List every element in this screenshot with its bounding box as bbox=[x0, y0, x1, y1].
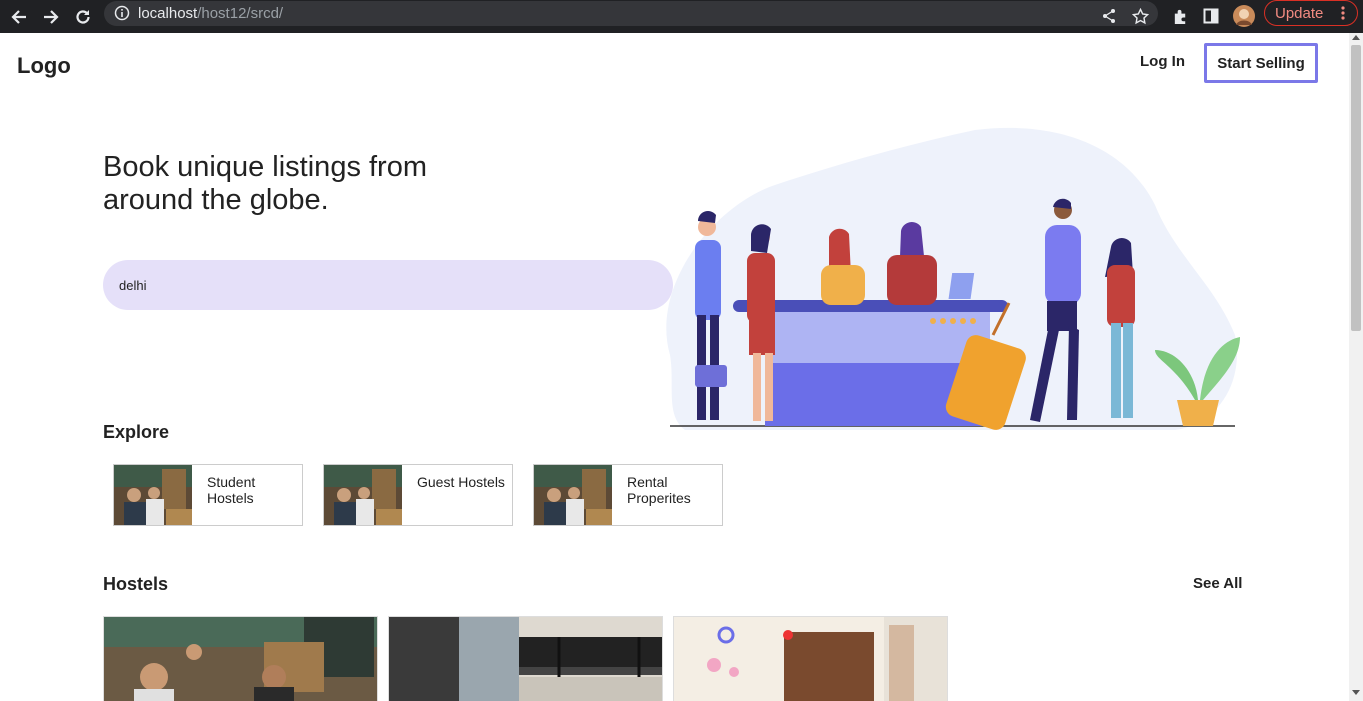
side-panel-icon[interactable] bbox=[1199, 4, 1223, 28]
explore-card-guest-hostels[interactable]: Guest Hostels bbox=[323, 464, 513, 526]
url-text: localhost/host12/srcd/ bbox=[138, 5, 283, 22]
logo[interactable]: Logo bbox=[17, 53, 71, 79]
explore-card-image bbox=[114, 465, 192, 525]
update-label: Update bbox=[1275, 4, 1324, 22]
see-all-link[interactable]: See All bbox=[1193, 575, 1242, 592]
hostel-card-image bbox=[389, 617, 662, 701]
more-menu-icon[interactable] bbox=[1341, 5, 1345, 21]
explore-title: Explore bbox=[103, 422, 170, 442]
page-content: Logo Log In Start Selling Book unique li… bbox=[0, 33, 1349, 701]
start-selling-button[interactable]: Start Selling bbox=[1204, 43, 1318, 83]
url-host: localhost bbox=[138, 5, 198, 22]
url-path: /host12/srcd/ bbox=[197, 5, 284, 22]
hostel-card[interactable] bbox=[673, 616, 948, 701]
hostel-card-image bbox=[674, 617, 947, 701]
page-scrollbar[interactable] bbox=[1349, 33, 1363, 701]
address-bar[interactable]: localhost/host12/srcd/ bbox=[104, 1, 1158, 26]
search-input[interactable] bbox=[119, 274, 599, 296]
back-icon[interactable] bbox=[6, 4, 32, 30]
explore-card-image bbox=[324, 465, 402, 525]
hostel-card[interactable] bbox=[388, 616, 663, 701]
explore-card-label: Guest Hostels bbox=[417, 474, 505, 490]
scroll-thumb[interactable] bbox=[1351, 45, 1361, 331]
info-icon[interactable] bbox=[114, 5, 130, 26]
explore-card-student-hostels[interactable]: Student Hostels bbox=[113, 464, 303, 526]
hero-title: Book unique listings from around the glo… bbox=[103, 151, 427, 216]
share-icon[interactable] bbox=[1097, 4, 1121, 28]
hostels-title: Hostels bbox=[103, 574, 169, 594]
login-link[interactable]: Log In bbox=[1140, 53, 1185, 70]
forward-icon[interactable] bbox=[38, 4, 64, 30]
explore-card-rental-properties[interactable]: Rental Properites bbox=[533, 464, 723, 526]
scroll-down-arrow-icon[interactable] bbox=[1352, 690, 1360, 695]
extensions-icon[interactable] bbox=[1168, 4, 1192, 28]
reload-icon[interactable] bbox=[70, 4, 96, 30]
update-button[interactable]: Update bbox=[1264, 0, 1358, 26]
explore-card-image bbox=[534, 465, 612, 525]
explore-card-label: Rental Properites bbox=[627, 474, 691, 506]
hostel-card[interactable] bbox=[103, 616, 378, 701]
search-bar bbox=[103, 260, 756, 310]
hostel-card-image bbox=[104, 617, 377, 701]
explore-card-label: Student Hostels bbox=[207, 474, 256, 506]
scroll-up-arrow-icon[interactable] bbox=[1352, 35, 1360, 40]
browser-toolbar: localhost/host12/srcd/ Update bbox=[0, 0, 1363, 33]
profile-avatar[interactable] bbox=[1232, 4, 1256, 28]
hotel-reception-illustration bbox=[666, 127, 1240, 430]
bookmark-star-icon[interactable] bbox=[1128, 4, 1152, 28]
